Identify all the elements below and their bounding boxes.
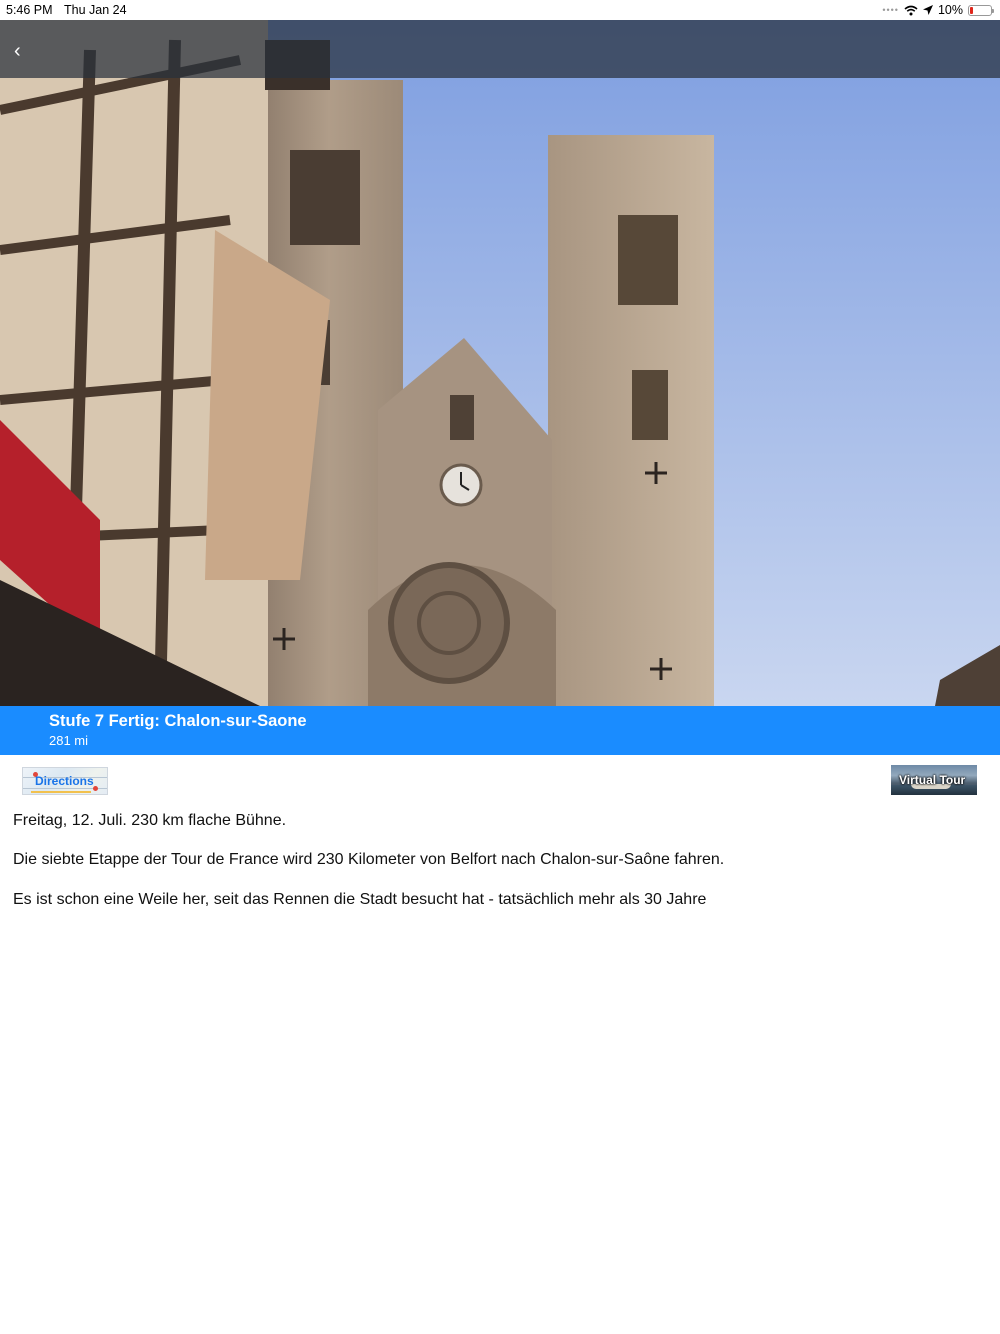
description-paragraph: Freitag, 12. Juli. 230 km flache Bühne. — [13, 812, 287, 829]
directions-label: Directions — [35, 774, 94, 788]
directions-button[interactable]: Directions — [22, 767, 108, 795]
map-route — [31, 791, 91, 793]
nav-bar: ‹ — [0, 20, 1000, 78]
stage-distance: 281 mi — [49, 733, 89, 748]
virtual-tour-button[interactable]: Virtual Tour — [891, 765, 977, 795]
back-icon[interactable]: ‹ — [14, 41, 38, 62]
battery-percent: 10% — [937, 3, 963, 17]
status-date: Thu Jan 24 — [64, 3, 127, 17]
stage-title: Stufe 7 Fertig: Chalon-sur-Saone — [49, 712, 307, 730]
battery-icon — [968, 4, 994, 16]
wifi-icon — [904, 5, 918, 15]
status-time: 5:46 PM — [6, 3, 53, 17]
virtual-tour-label: Virtual Tour — [899, 773, 966, 787]
status-indicators: •••• 10% — [882, 3, 994, 17]
status-bar: 5:46 PM Thu Jan 24 •••• 10% — [0, 0, 1000, 20]
hero-image — [0, 20, 1000, 706]
stage-header: Stufe 7 Fertig: Chalon-sur-Saone 281 mi — [0, 706, 1000, 755]
description-paragraph: Es ist schon eine Weile her, seit das Re… — [13, 891, 707, 908]
description-paragraph: Die siebte Etappe der Tour de France wir… — [13, 851, 725, 868]
signal-icon: •••• — [882, 5, 899, 15]
location-arrow-icon — [922, 5, 933, 15]
